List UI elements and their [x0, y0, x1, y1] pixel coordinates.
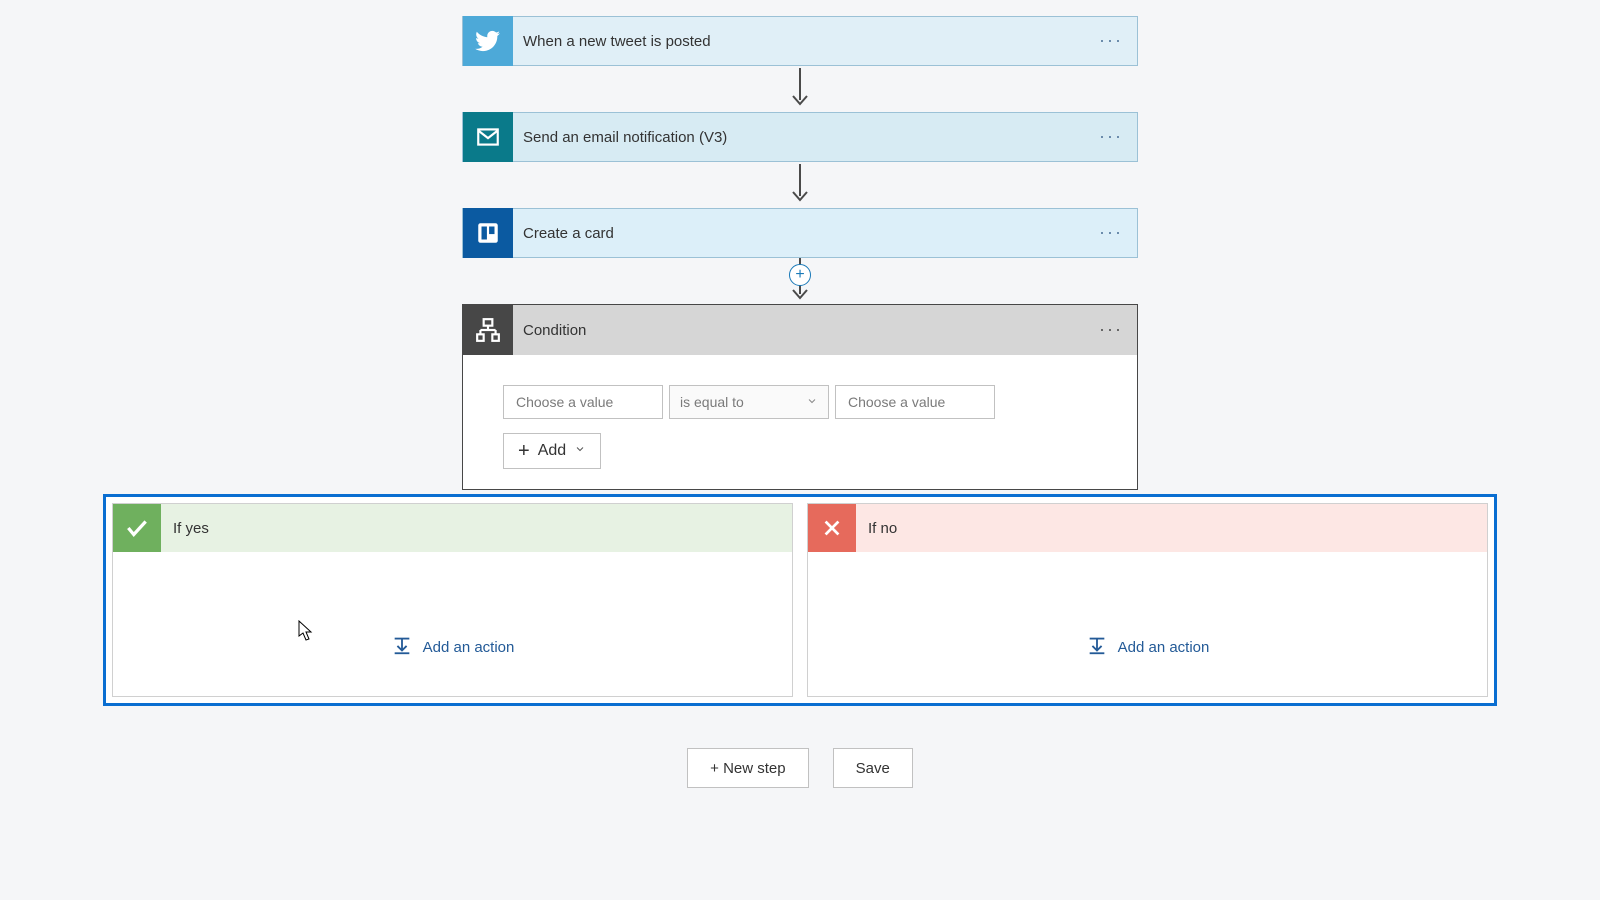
- step-more-button[interactable]: ···: [1099, 127, 1123, 145]
- condition-card: Condition ··· is equal to + Add: [462, 304, 1138, 490]
- step-send-email[interactable]: Send an email notification (V3) ···: [462, 112, 1138, 162]
- branch-header-no[interactable]: If no: [808, 504, 1487, 552]
- condition-more-button[interactable]: ···: [1099, 319, 1123, 340]
- twitter-icon: [463, 16, 513, 66]
- step-more-button[interactable]: ···: [1099, 31, 1123, 49]
- footer-buttons: + New step Save: [687, 748, 913, 788]
- flow-arrow: [788, 162, 812, 208]
- condition-add-button[interactable]: + Add: [503, 433, 601, 469]
- insert-step-button[interactable]: +: [789, 264, 811, 286]
- condition-header[interactable]: Condition ···: [463, 305, 1137, 355]
- chevron-down-icon: [806, 394, 818, 410]
- add-action-yes-button[interactable]: Add an action: [391, 634, 515, 660]
- step-more-button[interactable]: ···: [1099, 223, 1123, 241]
- add-action-label: Add an action: [1118, 639, 1210, 656]
- add-action-no-button[interactable]: Add an action: [1086, 634, 1210, 660]
- step-twitter-trigger[interactable]: When a new tweet is posted ···: [462, 16, 1138, 66]
- save-button[interactable]: Save: [833, 748, 913, 788]
- step-label: Create a card: [523, 225, 614, 242]
- add-action-label: Add an action: [423, 639, 515, 656]
- plus-icon: +: [518, 440, 530, 463]
- new-step-button[interactable]: + New step: [687, 748, 808, 788]
- branch-header-yes[interactable]: If yes: [113, 504, 792, 552]
- add-label: Add: [538, 442, 566, 460]
- flow-arrow-insert: +: [788, 258, 812, 304]
- step-label: When a new tweet is posted: [523, 33, 711, 50]
- check-icon: [113, 504, 161, 552]
- operator-label: is equal to: [680, 394, 744, 410]
- condition-left-value-input[interactable]: [503, 385, 663, 419]
- condition-icon: [463, 305, 513, 355]
- step-label: Send an email notification (V3): [523, 129, 727, 146]
- add-action-icon: [391, 634, 413, 660]
- branch-title: If yes: [173, 520, 209, 537]
- condition-operator-select[interactable]: is equal to: [669, 385, 829, 419]
- branch-title: If no: [868, 520, 897, 537]
- condition-right-value-input[interactable]: [835, 385, 995, 419]
- branch-if-yes: If yes Add an action: [112, 503, 793, 697]
- mail-icon: [463, 112, 513, 162]
- branch-if-no: If no Add an action: [807, 503, 1488, 697]
- close-icon: [808, 504, 856, 552]
- condition-branches: If yes Add an action If no: [103, 494, 1497, 706]
- add-action-icon: [1086, 634, 1108, 660]
- flow-arrow: [788, 66, 812, 112]
- step-create-card[interactable]: Create a card ···: [462, 208, 1138, 258]
- trello-icon: [463, 208, 513, 258]
- condition-title: Condition: [523, 322, 586, 339]
- chevron-down-icon: [574, 442, 586, 460]
